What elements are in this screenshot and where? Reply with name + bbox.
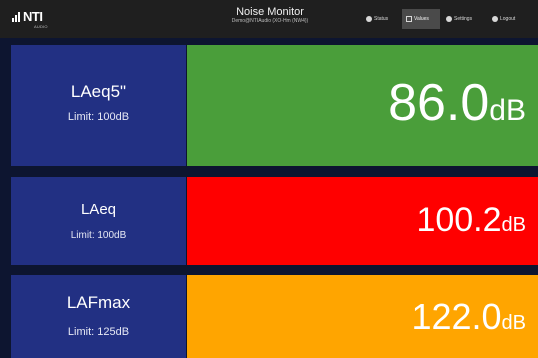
nav-logout[interactable]: Logout [488, 9, 532, 29]
metric-name: LAeq5" [70, 82, 127, 101]
metric-value-number: 122.0 [411, 296, 502, 337]
metric-value-unit: dB [489, 94, 526, 127]
title-block: Noise Monitor Demo@NTIAudio (XO-Hm (NW4)… [190, 6, 350, 25]
metric-value-panel: 86.0dB [187, 45, 538, 166]
top-bar: NTI AUDIO Noise Monitor Demo@NTIAudio (X… [0, 0, 538, 38]
metric-value-panel: 100.2dB [187, 177, 538, 265]
metric-value: 100.2dB [416, 201, 526, 240]
metric-limit: Limit: 100dB [70, 230, 127, 241]
metric-name: LAeq [80, 201, 117, 218]
metric-name: LAFmax [66, 293, 131, 312]
logo-text: NTI [23, 9, 43, 24]
metric-label-panel: LAeq5" Limit: 100dB [11, 45, 186, 166]
metric-row-lafmax: LAFmax Limit: 125dB 122.0dB [0, 275, 538, 358]
nav-settings[interactable]: Settings [442, 9, 486, 29]
metric-limit: Limit: 100dB [67, 111, 130, 123]
top-nav: Status Values Settings Logout [362, 9, 532, 29]
noise-monitor-app: NTI AUDIO Noise Monitor Demo@NTIAudio (X… [0, 0, 538, 358]
metric-value-number: 86.0 [388, 74, 490, 132]
status-icon [366, 16, 372, 22]
metric-row-laeq: LAeq Limit: 100dB 100.2dB [0, 177, 538, 265]
logo-bars-icon [12, 12, 22, 22]
nav-status[interactable]: Status [362, 9, 402, 29]
metric-limit: Limit: 125dB [67, 326, 130, 338]
device-subtitle: Demo@NTIAudio (XO-Hm (NW4)) [231, 18, 309, 24]
metric-value: 86.0dB [388, 73, 526, 133]
metric-value-number: 100.2 [416, 201, 502, 239]
nav-values[interactable]: Values [402, 9, 440, 29]
metric-row-laeq5: LAeq5" Limit: 100dB 86.0dB [0, 45, 538, 166]
metric-value-unit: dB [501, 214, 526, 236]
metric-value-unit: dB [501, 312, 526, 334]
grid-icon [406, 16, 412, 22]
metric-label-panel: LAFmax Limit: 125dB [11, 275, 186, 358]
gear-icon [446, 16, 452, 22]
page-title: Noise Monitor [236, 6, 304, 18]
metric-label-panel: LAeq Limit: 100dB [11, 177, 186, 265]
power-icon [492, 16, 498, 22]
metric-value-panel: 122.0dB [187, 275, 538, 358]
logo-subtext: AUDIO [34, 24, 48, 29]
metric-value: 122.0dB [411, 296, 526, 338]
